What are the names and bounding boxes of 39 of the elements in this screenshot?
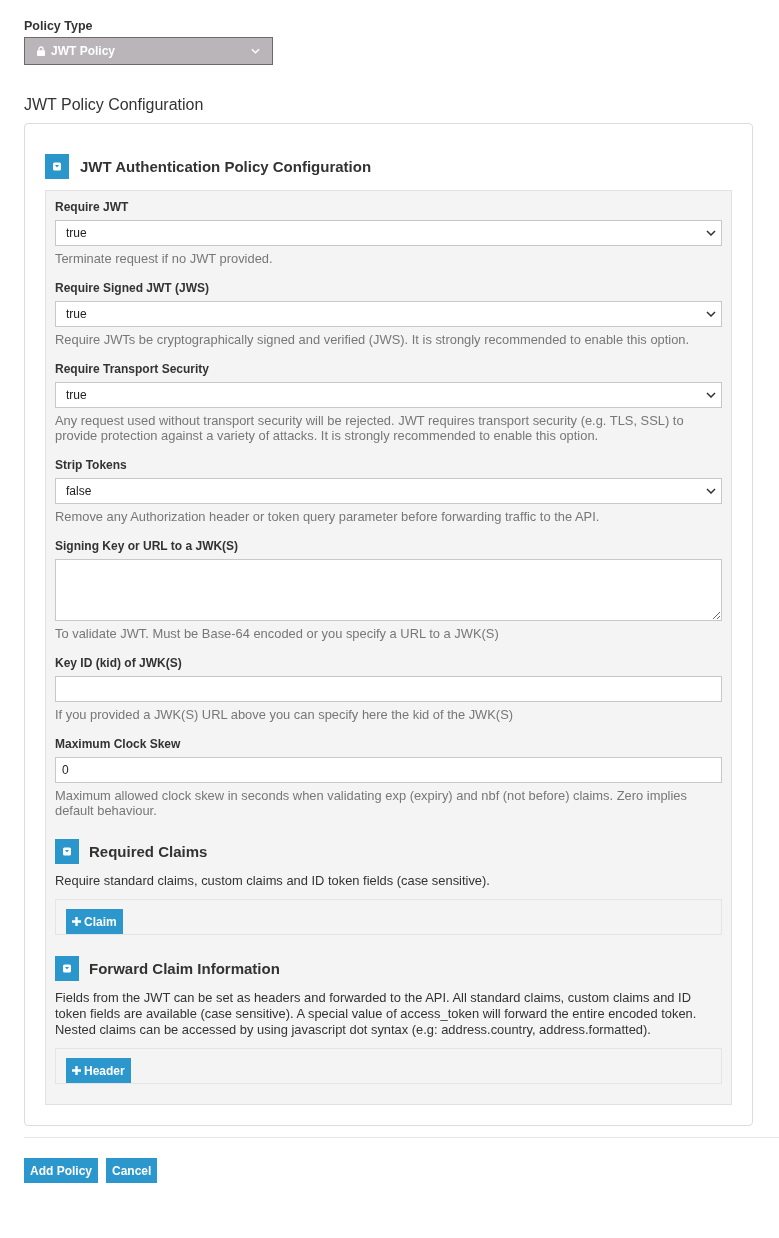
caret-box-icon[interactable] [55, 956, 79, 981]
help-text: Remove any Authorization header or token query parameter before forwarding traffic to the API. [55, 509, 601, 524]
field-label: Maximum Clock Skew [55, 737, 181, 752]
chevron-down-icon [251, 48, 260, 54]
select-field[interactable]: true [55, 301, 722, 327]
caret-box-icon[interactable] [45, 154, 69, 179]
help-text: Require JWTs be cryptographically signed and verified (JWS). It is strongly recommended to enable this option. [55, 332, 691, 347]
field-label: Key ID (kid) of JWK(S) [55, 656, 182, 671]
field-label: Require Transport Security [55, 362, 210, 377]
help-text: If you provided a JWK(S) URL above you can specify here the kid of the JWK(S) [55, 707, 515, 722]
subsection-heading: Forward Claim Information [89, 959, 280, 978]
input-field[interactable] [55, 676, 722, 702]
plus-icon [72, 917, 81, 926]
select-field[interactable]: true [55, 382, 722, 408]
lock-icon [37, 46, 45, 56]
input-field[interactable]: 0 [55, 757, 722, 783]
field-label: Signing Key or URL to a JWK(S) [55, 539, 239, 554]
subsection-heading: Required Claims [89, 842, 208, 861]
chevron-down-icon [706, 488, 716, 494]
select-field[interactable]: false [55, 478, 722, 504]
chevron-down-icon [706, 311, 716, 317]
help-text: To validate JWT. Must be Base-64 encoded or you specify a URL to a JWK(S) [55, 626, 500, 641]
description-text: Fields from the JWT can be set as headers and forwarded to the API. All standard claims, custom claims and ID token fields are available (case sensitive). A special value of access_token will forward the entire encoded token. Nested claims can be accessed by using javascript dot syntax (e.g: address.country, address.formatted). [55, 990, 698, 1038]
plus-icon [72, 1066, 81, 1075]
select-field[interactable]: true [55, 220, 722, 246]
field-label: Require JWT [55, 200, 129, 215]
field-label: Require Signed JWT (JWS) [55, 281, 209, 296]
help-text: Terminate request if no JWT provided. [55, 251, 274, 266]
help-text: Any request used without transport security will be rejected. JWT requires transport security (e.g. TLS, SSL) to provide protection against a variety of attacks. It is strongly recommended to enable this option. [55, 413, 685, 443]
description-text: Require standard claims, custom claims and ID token fields (case sensitive). [55, 873, 491, 889]
help-text: Maximum allowed clock skew in seconds when validating exp (expiry) and nbf (not before) claims. Zero implies default behaviour. [55, 788, 688, 818]
chevron-down-icon [706, 230, 716, 236]
section-title: JWT Policy Configuration [24, 95, 204, 114]
text-area-field[interactable] [55, 559, 722, 621]
section-heading: JWT Authentication Policy Configuration [80, 157, 372, 176]
chevron-down-icon [706, 392, 716, 398]
field-label: Strip Tokens [55, 458, 127, 473]
caret-box-icon[interactable] [55, 839, 79, 864]
field-label: Policy Type [24, 19, 93, 34]
